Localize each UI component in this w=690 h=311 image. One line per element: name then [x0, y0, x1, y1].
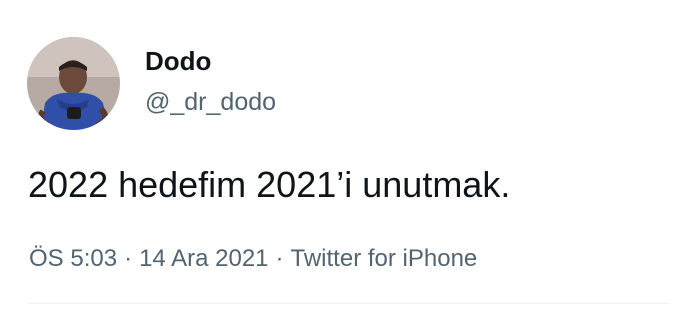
meta-separator: · — [275, 245, 284, 272]
tweet-time[interactable]: ÖS 5:03 — [29, 245, 117, 272]
divider — [28, 303, 670, 304]
meta-separator: · — [124, 245, 133, 272]
avatar-photo — [27, 37, 120, 130]
tweet-date[interactable]: 14 Ara 2021 — [139, 245, 268, 272]
author-info: Dodo @_dr_dodo — [145, 46, 276, 117]
avatar[interactable] — [27, 37, 120, 130]
tweet-card: Dodo @_dr_dodo 2022 hedefim 2021’i unutm… — [0, 0, 690, 311]
author-handle[interactable]: @_dr_dodo — [145, 87, 276, 117]
tweet-text: 2022 hedefim 2021’i unutmak. — [28, 164, 511, 205]
author-display-name[interactable]: Dodo — [145, 46, 276, 76]
tweet-meta: ÖS 5:03 · 14 Ara 2021 · Twitter for iPhone — [29, 244, 477, 274]
tweet-source[interactable]: Twitter for iPhone — [291, 245, 478, 272]
